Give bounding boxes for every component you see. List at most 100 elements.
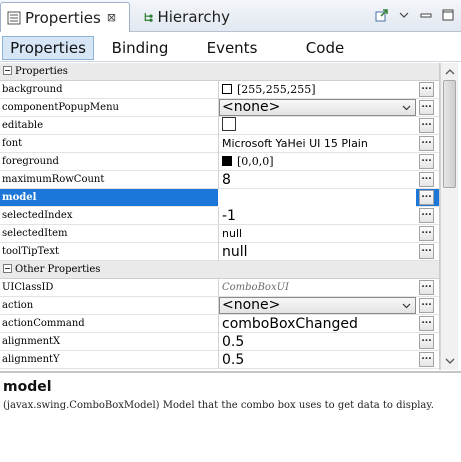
- category-label: Other Properties: [15, 264, 101, 275]
- ellipsis-button[interactable]: ...: [419, 316, 434, 331]
- property-row-alignmentY[interactable]: alignmentY 0.5 ...: [0, 351, 439, 369]
- ellipsis-button[interactable]: ...: [419, 82, 434, 97]
- property-row-editable[interactable]: editable ...: [0, 117, 439, 135]
- close-icon[interactable]: ⊠: [107, 11, 116, 24]
- collapse-icon[interactable]: [3, 66, 12, 75]
- tab-properties-view[interactable]: Properties ⊠: [0, 2, 130, 32]
- tab-hierarchy-view[interactable]: Hierarchy: [136, 2, 236, 32]
- editable-checkbox[interactable]: [222, 117, 236, 131]
- tab-events[interactable]: Events: [196, 36, 268, 60]
- chevron-down-icon: [402, 303, 411, 309]
- property-row-maximumRowCount[interactable]: maximumRowCount 8 ...: [0, 171, 439, 189]
- scroll-up-icon[interactable]: [444, 67, 456, 77]
- ellipsis-button[interactable]: ...: [419, 136, 434, 151]
- property-category-tabs: Properties Binding Events Code: [0, 33, 461, 62]
- property-value: comboBoxChanged: [222, 316, 358, 332]
- ellipsis-button[interactable]: ...: [419, 118, 434, 133]
- property-name: UIClassID: [2, 282, 54, 293]
- view-menu-icon[interactable]: [397, 8, 411, 22]
- vertical-scrollbar[interactable]: [440, 63, 458, 370]
- property-row-selectedItem[interactable]: selectedItem null ...: [0, 225, 439, 243]
- property-value-editor[interactable]: [219, 189, 416, 207]
- property-row-actionCommand[interactable]: actionCommand comboBoxChanged ...: [0, 315, 439, 333]
- view-toolbar: [375, 8, 455, 22]
- description-text: (javax.swing.ComboBoxModel) Model that t…: [3, 400, 434, 411]
- property-value: -1: [222, 208, 236, 224]
- property-value: 0.5: [222, 334, 245, 350]
- property-row-font[interactable]: font Microsoft YaHei UI 15 Plain ...: [0, 135, 439, 153]
- property-name: maximumRowCount: [2, 174, 105, 185]
- category-properties[interactable]: Properties: [0, 63, 439, 81]
- property-name: actionCommand: [2, 318, 85, 329]
- property-name: toolTipText: [2, 246, 59, 257]
- property-row-foreground[interactable]: foreground [0,0,0] ...: [0, 153, 439, 171]
- tab-properties-label: Properties: [25, 8, 101, 27]
- property-name: action: [2, 300, 34, 311]
- property-name: alignmentX: [2, 336, 61, 347]
- property-row-componentPopupMenu[interactable]: componentPopupMenu <none> ...: [0, 99, 439, 117]
- ellipsis-button[interactable]: ...: [419, 280, 434, 295]
- property-value: ComboBoxUI: [222, 282, 289, 293]
- property-value: null: [222, 227, 243, 240]
- property-name: background: [2, 84, 63, 95]
- collapse-icon[interactable]: [3, 264, 12, 273]
- property-value: 0.5: [222, 352, 245, 368]
- tab-binding[interactable]: Binding: [102, 36, 178, 60]
- maximize-icon[interactable]: [441, 8, 455, 22]
- property-name: model: [2, 192, 37, 203]
- property-row-action[interactable]: action <none> ...: [0, 297, 439, 315]
- property-row-toolTipText[interactable]: toolTipText null ...: [0, 243, 439, 261]
- color-value: [0,0,0]: [237, 155, 274, 168]
- property-row-model[interactable]: model ...: [0, 189, 439, 207]
- tab-properties[interactable]: Properties: [2, 36, 94, 60]
- view-tab-strip: Properties ⊠ Hierarchy: [0, 0, 461, 32]
- scrollbar-thumb[interactable]: [443, 80, 456, 188]
- ellipsis-button[interactable]: ...: [419, 226, 434, 241]
- property-name: font: [2, 138, 23, 149]
- export-icon[interactable]: [375, 8, 389, 22]
- hierarchy-icon: [144, 12, 153, 22]
- property-name: alignmentY: [2, 354, 60, 365]
- property-table: Properties background [255,255,255] ... …: [0, 63, 440, 370]
- ellipsis-button[interactable]: ...: [419, 190, 434, 205]
- property-row-UIClassID[interactable]: UIClassID ComboBoxUI ...: [0, 279, 439, 297]
- color-value: [255,255,255]: [237, 83, 316, 96]
- ellipsis-button[interactable]: ...: [419, 334, 434, 349]
- property-value: [222, 117, 416, 135]
- tab-code[interactable]: Code: [294, 36, 356, 60]
- ellipsis-button[interactable]: ...: [419, 352, 434, 367]
- color-swatch: [222, 84, 232, 94]
- ellipsis-button[interactable]: ...: [419, 172, 434, 187]
- combo-value: <none>: [222, 99, 281, 115]
- category-label: Properties: [15, 66, 68, 77]
- property-value: Microsoft YaHei UI 15 Plain: [222, 137, 368, 150]
- ellipsis-button[interactable]: ...: [419, 154, 434, 169]
- chevron-down-icon: [402, 105, 411, 111]
- scroll-down-icon[interactable]: [444, 356, 456, 366]
- property-value: 8: [222, 172, 231, 188]
- ellipsis-button[interactable]: ...: [419, 298, 434, 313]
- color-swatch: [222, 156, 232, 166]
- property-value: [0,0,0]: [222, 153, 416, 171]
- property-name: selectedIndex: [2, 210, 73, 221]
- ellipsis-button[interactable]: ...: [419, 244, 434, 259]
- property-row-alignmentX[interactable]: alignmentX 0.5 ...: [0, 333, 439, 351]
- ellipsis-button[interactable]: ...: [419, 100, 434, 115]
- popup-menu-combo[interactable]: <none>: [219, 99, 416, 116]
- property-row-background[interactable]: background [255,255,255] ...: [0, 81, 439, 99]
- properties-icon: [7, 11, 21, 24]
- property-value: null: [222, 244, 248, 260]
- tab-hierarchy-label: Hierarchy: [157, 8, 230, 26]
- minimize-icon[interactable]: [419, 8, 433, 22]
- category-other-properties[interactable]: Other Properties: [0, 261, 439, 279]
- combo-value: <none>: [222, 297, 281, 313]
- property-value: [255,255,255]: [222, 81, 416, 99]
- property-name: editable: [2, 120, 44, 131]
- property-name: selectedItem: [2, 228, 68, 239]
- ellipsis-button[interactable]: ...: [419, 208, 434, 223]
- action-combo[interactable]: <none>: [219, 297, 416, 314]
- property-name: componentPopupMenu: [2, 102, 119, 113]
- property-row-selectedIndex[interactable]: selectedIndex -1 ...: [0, 207, 439, 225]
- property-name: foreground: [2, 156, 59, 167]
- description-title: model: [3, 379, 52, 395]
